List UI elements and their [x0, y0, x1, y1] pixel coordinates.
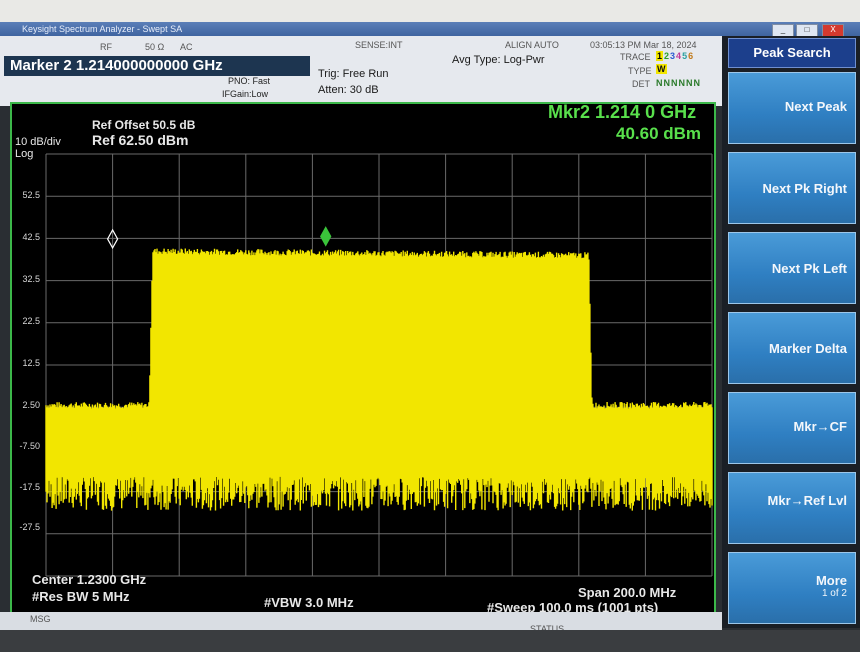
rf-input-label: RF: [100, 42, 112, 52]
softkey-label: Mkr→CF: [793, 419, 847, 434]
screen-bezel-top: [0, 0, 860, 22]
y-tick-label: 12.5: [22, 358, 40, 368]
softkey-label: Next Pk Left: [771, 261, 847, 276]
trace-5[interactable]: 5: [682, 51, 687, 61]
ifgain-label: IFGain:Low: [222, 89, 269, 99]
more-button[interactable]: More 1 of 2: [728, 552, 856, 624]
softkey-menu-title: Peak Search: [728, 38, 856, 68]
impedance-label: 50 Ω: [145, 42, 165, 52]
sense-label: SENSE:INT: [355, 40, 403, 50]
trace-6[interactable]: 6: [688, 51, 693, 61]
softkey-label: Next Pk Right: [762, 181, 847, 196]
align-label: ALIGN AUTO: [505, 40, 559, 50]
softkey-label: Marker Delta: [768, 341, 847, 356]
trigger-label: Trig: Free Run: [318, 68, 389, 80]
marker-to-ref-level-button[interactable]: Mkr→Ref Lvl: [728, 472, 856, 544]
softkey-label: More: [815, 573, 847, 588]
coupling-label: AC: [180, 42, 193, 52]
marker-readout-frequency: Mkr2 1.214 0 GHz: [548, 102, 697, 122]
y-tick-label: 2.50: [22, 400, 40, 410]
detector-values: NNNNNN: [656, 78, 701, 88]
softkey-panel: Peak Search Next Peak Next Pk Right Next…: [722, 36, 860, 628]
trace-3[interactable]: 3: [670, 51, 675, 61]
marker-delta-button[interactable]: Marker Delta: [728, 312, 856, 384]
ref-level-label: Ref 62.50 dBm: [92, 132, 189, 148]
ref-offset-label: Ref Offset 50.5 dB: [92, 118, 196, 132]
window-titlebar: Keysight Spectrum Analyzer - Swept SA _ …: [0, 22, 860, 37]
det-row-label: DET: [632, 79, 650, 89]
softkey-label: Next Peak: [784, 99, 847, 114]
spectrum-plot[interactable]: [12, 104, 714, 612]
y-tick-label: 52.5: [22, 190, 40, 200]
trace-type-value: W: [656, 64, 667, 74]
trace-4[interactable]: 4: [676, 51, 681, 61]
screen-bezel-bottom: [0, 630, 860, 652]
softkey-page-indicator: 1 of 2: [821, 588, 847, 599]
pno-label: PNO: Fast: [228, 76, 271, 86]
scale-type-label: Log: [15, 148, 34, 160]
trace-row-label: TRACE: [620, 52, 651, 62]
center-frequency-label: Center 1.2300 GHz: [32, 572, 147, 587]
next-peak-button[interactable]: Next Peak: [728, 72, 856, 144]
window-title: Keysight Spectrum Analyzer - Swept SA: [22, 24, 183, 34]
type-row-label: TYPE: [628, 66, 652, 76]
spectrum-trace: [45, 248, 713, 511]
vbw-label: #VBW 3.0 MHz: [264, 595, 354, 610]
active-marker-title[interactable]: Marker 2 1.214000000000 GHz: [4, 56, 310, 76]
res-bw-label: #Res BW 5 MHz: [32, 589, 130, 604]
y-tick-label: 22.5: [22, 316, 40, 326]
message-label: MSG: [30, 614, 51, 624]
y-tick-label: 32.5: [22, 274, 40, 284]
next-peak-right-button[interactable]: Next Pk Right: [728, 152, 856, 224]
y-axis-labels: 52.5 42.5 32.5 22.5 12.5 2.50 -7.50 -17.…: [8, 190, 44, 540]
marker-readout-level: 40.60 dBm: [616, 124, 702, 143]
y-tick-label: 42.5: [22, 232, 40, 242]
marker-2-diamond: [320, 226, 332, 247]
marker-to-cf-button[interactable]: Mkr→CF: [728, 392, 856, 464]
next-peak-left-button[interactable]: Next Pk Left: [728, 232, 856, 304]
y-tick-label: -27.5: [19, 522, 40, 532]
trace-1[interactable]: 1: [656, 51, 664, 61]
y-tick-label: -7.50: [19, 441, 40, 451]
datetime-label: 03:05:13 PM Mar 18, 2024: [590, 40, 697, 50]
y-tick-label: -17.5: [19, 482, 40, 492]
trace-indicator[interactable]: 1 2 3 4 5 6: [656, 51, 693, 61]
scale-label: 10 dB/div: [15, 136, 61, 148]
trace-2[interactable]: 2: [664, 51, 669, 61]
attenuation-label: Atten: 30 dB: [318, 84, 379, 96]
span-label: Span 200.0 MHz: [578, 585, 677, 600]
avg-type-label: Avg Type: Log-Pwr: [452, 54, 545, 66]
softkey-label: Mkr→Ref Lvl: [767, 493, 847, 508]
